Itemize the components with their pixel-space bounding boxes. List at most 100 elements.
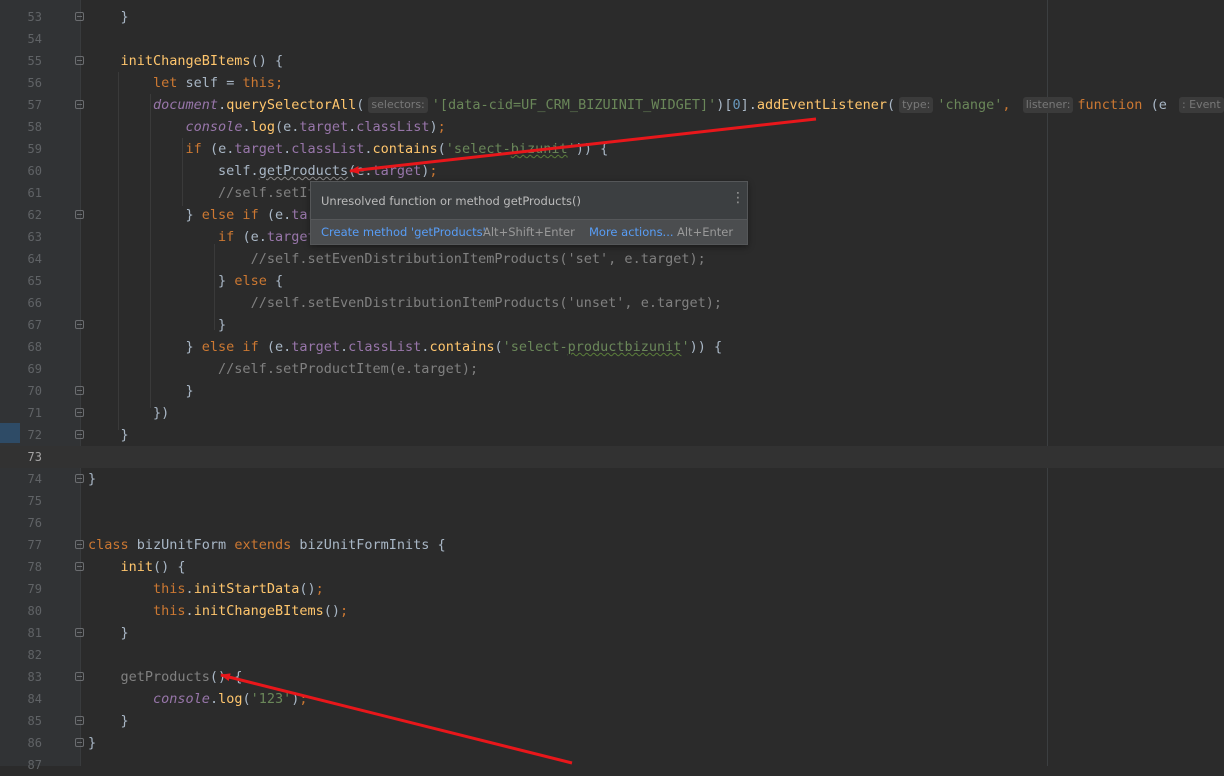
code-line[interactable]: 72 }	[0, 424, 1224, 446]
more-actions-link[interactable]: More actions...	[589, 225, 674, 239]
fold-toggle-icon[interactable]	[75, 716, 84, 725]
code-line[interactable]: 59 if (e.target.classList.contains('sele…	[0, 138, 1224, 160]
line-number: 62	[27, 208, 42, 222]
code-line[interactable]: 58 console.log(e.target.classList);	[0, 116, 1224, 138]
code-line[interactable]: 86}	[0, 732, 1224, 754]
code-line[interactable]: 53 }	[0, 6, 1224, 28]
code-editor[interactable]: 53 } 54 55 initChangeBItems() {56 let self…	[0, 0, 1224, 772]
code-line[interactable]: 60 self.getProducts(e.target);	[0, 160, 1224, 182]
line-number: 73	[27, 450, 42, 464]
line-number: 87	[27, 758, 42, 772]
code-line[interactable]: 85 }	[0, 710, 1224, 732]
line-number: 59	[27, 142, 42, 156]
code-line[interactable]: 79 this.initStartData();	[0, 578, 1224, 600]
code-line[interactable]: 65 } else {	[0, 270, 1224, 292]
line-number: 74	[27, 472, 42, 486]
line-number: 67	[27, 318, 42, 332]
line-number: 78	[27, 560, 42, 574]
fold-toggle-icon[interactable]	[75, 12, 84, 21]
code-line[interactable]: 64 //self.setEvenDistributionItemProduct…	[0, 248, 1224, 270]
code-text: this.initChangeBItems();	[153, 603, 349, 619]
more-vertical-icon[interactable]: ⋮	[731, 190, 745, 206]
code-line[interactable]: 84 console.log('123');	[0, 688, 1224, 710]
fold-toggle-icon[interactable]	[75, 738, 84, 747]
code-text: class bizUnitForm extends bizUnitFormIni…	[88, 537, 446, 553]
code-text: }	[88, 735, 97, 751]
line-number: 84	[27, 692, 42, 706]
code-line[interactable]: 82	[0, 644, 1224, 666]
line-number: 63	[27, 230, 42, 244]
line-number: 64	[27, 252, 42, 266]
code-text: }	[88, 427, 129, 443]
fold-toggle-icon[interactable]	[75, 430, 84, 439]
code-line[interactable]: 71 })	[0, 402, 1224, 424]
fold-toggle-icon[interactable]	[75, 672, 84, 681]
code-text: if (e.target.classList.contains('select-…	[185, 141, 609, 157]
code-line[interactable]: 73	[0, 446, 1224, 468]
code-line[interactable]: 56 let self = this;	[0, 72, 1224, 94]
code-text: //self.setIt	[218, 185, 316, 201]
fold-toggle-icon[interactable]	[75, 408, 84, 417]
line-number: 79	[27, 582, 42, 596]
code-line[interactable]: 54	[0, 28, 1224, 50]
code-line[interactable]: 74}	[0, 468, 1224, 490]
code-text: //self.setProductItem(e.target);	[218, 361, 479, 377]
fold-toggle-icon[interactable]	[75, 474, 84, 483]
code-text: console.log(e.target.classList);	[185, 119, 446, 135]
code-text: //self.setEvenDistributionItemProducts('…	[250, 251, 706, 267]
line-number: 69	[27, 362, 42, 376]
line-number: 56	[27, 76, 42, 90]
inspection-popup: Unresolved function or method getProduct…	[310, 181, 748, 245]
code-line[interactable]: 69 //self.setProductItem(e.target);	[0, 358, 1224, 380]
line-number: 58	[27, 120, 42, 134]
line-number: 72	[27, 428, 42, 442]
code-line[interactable]: 76	[0, 512, 1224, 534]
fold-toggle-icon[interactable]	[75, 100, 84, 109]
fold-toggle-icon[interactable]	[75, 386, 84, 395]
code-line[interactable]: 77 class bizUnitForm extends bizUnitFormI…	[0, 534, 1224, 556]
code-line[interactable]: 68 } else if (e.target.classList.contain…	[0, 336, 1224, 358]
fold-toggle-icon[interactable]	[75, 320, 84, 329]
line-number: 81	[27, 626, 42, 640]
line-number: 55	[27, 54, 42, 68]
line-number: 83	[27, 670, 42, 684]
code-line[interactable]: 75	[0, 490, 1224, 512]
code-line[interactable]: 57 document.querySelectorAll(selectors: '…	[0, 94, 1224, 116]
line-number: 66	[27, 296, 42, 310]
code-text: let self = this;	[153, 75, 284, 91]
code-line[interactable]: 80 this.initChangeBItems();	[0, 600, 1224, 622]
code-line[interactable]: 78 init() {	[0, 556, 1224, 578]
code-line[interactable]: 70 }	[0, 380, 1224, 402]
code-text: if (e.target	[218, 229, 316, 245]
line-number: 68	[27, 340, 42, 354]
code-line[interactable]: 87	[0, 754, 1224, 776]
code-line[interactable]: 55 initChangeBItems() {	[0, 50, 1224, 72]
line-number: 57	[27, 98, 42, 112]
line-number: 76	[27, 516, 42, 530]
fold-toggle-icon[interactable]	[75, 540, 84, 549]
line-number: 85	[27, 714, 42, 728]
fold-toggle-icon[interactable]	[75, 210, 84, 219]
line-number: 86	[27, 736, 42, 750]
line-number: 54	[27, 32, 42, 46]
code-line[interactable]: 67 }	[0, 314, 1224, 336]
code-text: }	[88, 9, 129, 25]
quick-fix-bar: Create method 'getProducts' Alt+Shift+En…	[311, 219, 747, 244]
fold-toggle-icon[interactable]	[75, 628, 84, 637]
fold-toggle-icon[interactable]	[75, 56, 84, 65]
code-line[interactable]: 66 //self.setEvenDistributionItemProduct…	[0, 292, 1224, 314]
code-text: self.getProducts(e.target);	[88, 163, 438, 179]
code-text: //self.setEvenDistributionItemProducts('…	[250, 295, 722, 311]
code-line[interactable]: 81 }	[0, 622, 1224, 644]
code-text: }	[88, 471, 97, 487]
code-text: }	[88, 383, 194, 399]
code-text: this.initStartData();	[153, 581, 324, 597]
code-text: getProducts() {	[120, 669, 243, 685]
code-text: document.querySelectorAll(selectors: '[da…	[88, 94, 1224, 116]
code-line[interactable]: 83 getProducts() {	[0, 666, 1224, 688]
code-text: }	[88, 317, 227, 333]
fold-toggle-icon[interactable]	[75, 562, 84, 571]
create-method-action[interactable]: Create method 'getProducts'	[321, 225, 486, 239]
code-text: })	[88, 405, 170, 421]
line-number: 70	[27, 384, 42, 398]
